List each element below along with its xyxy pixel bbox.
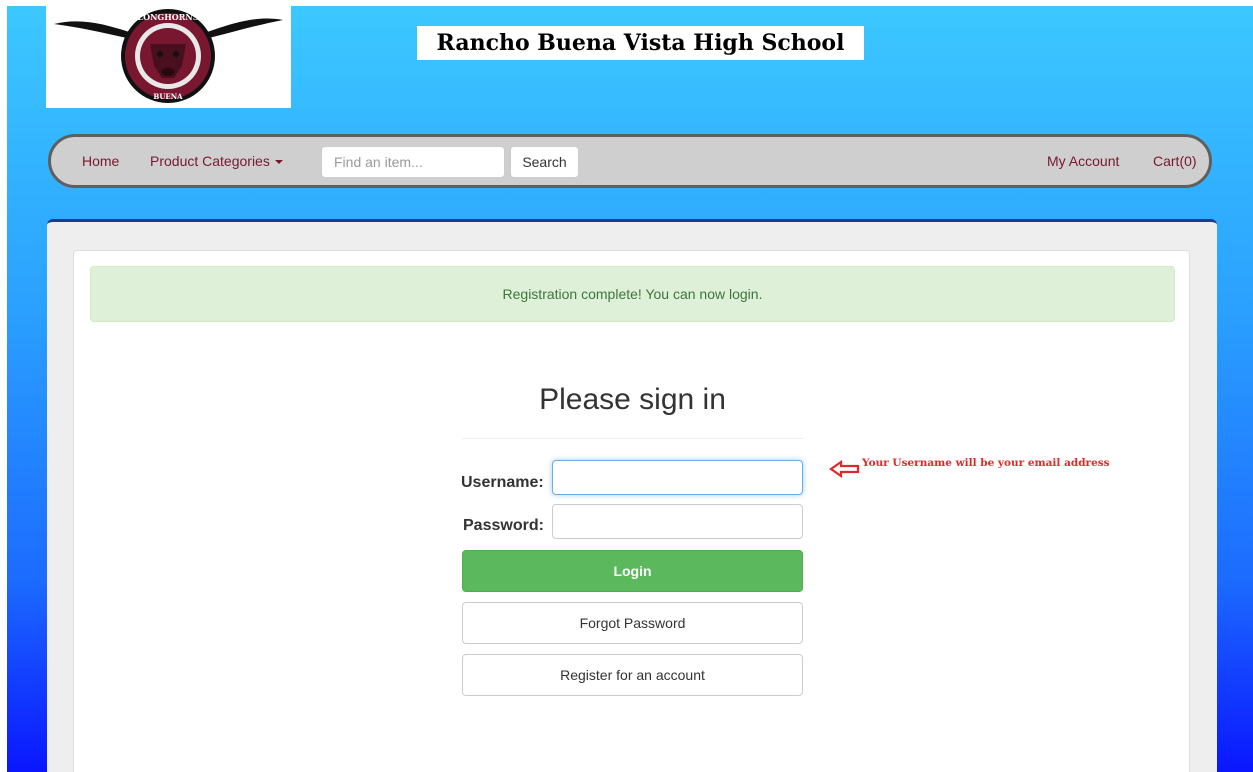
search-input[interactable] xyxy=(321,146,505,178)
school-logo: LONGHORNS BUENA xyxy=(46,6,291,108)
password-field[interactable] xyxy=(552,504,803,539)
register-button[interactable]: Register for an account xyxy=(462,654,803,696)
registration-success-alert: Registration complete! You can now login… xyxy=(90,266,1175,322)
page-background: LONGHORNS BUENA Rancho Buena Vista High … xyxy=(7,6,1253,772)
main-navbar: Home Product Categories Search My Accoun… xyxy=(48,134,1212,188)
nav-my-account-link[interactable]: My Account xyxy=(1047,137,1119,185)
nav-home-link[interactable]: Home xyxy=(82,137,119,185)
password-label: Password: xyxy=(463,517,544,534)
nav-product-categories-label: Product Categories xyxy=(150,153,270,169)
arrow-left-icon xyxy=(829,460,860,478)
heading-divider xyxy=(462,438,803,439)
login-button[interactable]: Login xyxy=(462,550,803,592)
username-hint: Your Username will be your email address xyxy=(862,457,1110,469)
username-label: Username: xyxy=(461,474,544,491)
username-field[interactable] xyxy=(552,460,803,495)
forgot-password-button[interactable]: Forgot Password xyxy=(462,602,803,644)
longhorn-logo-icon: LONGHORNS BUENA xyxy=(54,9,283,103)
caret-down-icon xyxy=(274,160,283,165)
content-container: Registration complete! You can now login… xyxy=(47,219,1217,772)
nav-cart-link[interactable]: Cart(0) xyxy=(1153,137,1197,185)
svg-text:LONGHORNS: LONGHORNS xyxy=(137,12,198,22)
search-button[interactable]: Search xyxy=(510,146,579,178)
svg-text:BUENA: BUENA xyxy=(153,92,183,101)
school-title: Rancho Buena Vista High School xyxy=(417,26,864,60)
page-title: Please sign in xyxy=(539,383,726,416)
login-panel: Registration complete! You can now login… xyxy=(73,250,1190,772)
nav-product-categories-dropdown[interactable]: Product Categories xyxy=(150,137,283,185)
